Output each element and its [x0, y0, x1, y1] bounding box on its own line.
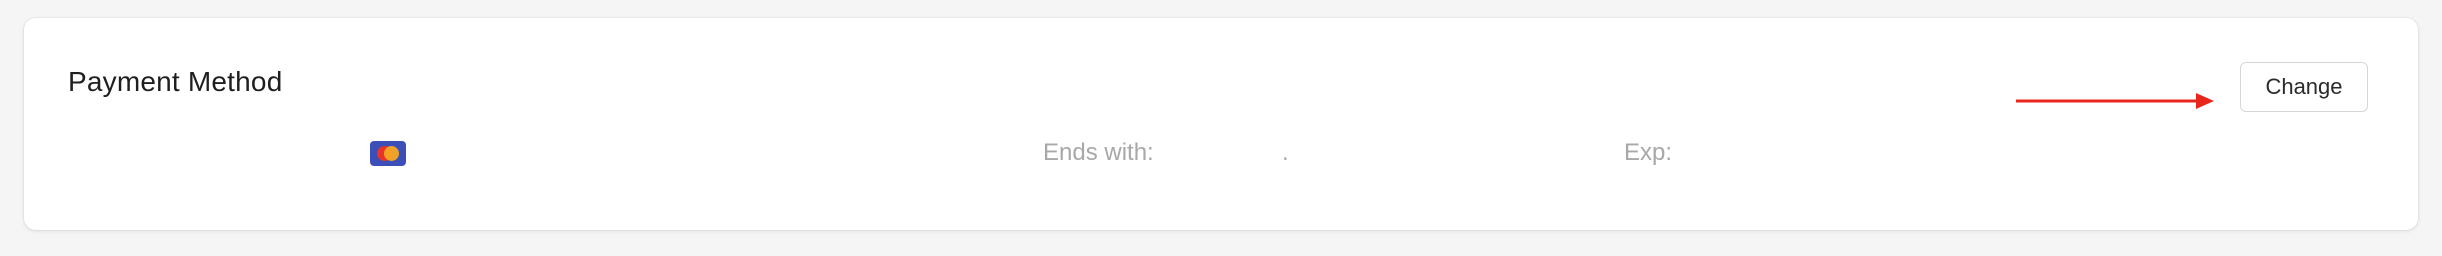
mastercard-icon [370, 141, 406, 166]
exp-label: Exp: [1624, 139, 1673, 166]
ends-with-separator: . [1282, 139, 1289, 166]
ends-with-value [1184, 139, 1324, 169]
mastercard-circle-right [384, 146, 399, 161]
ends-with-label: Ends with: [1043, 139, 1154, 166]
change-button[interactable]: Change [2240, 62, 2368, 112]
arrow-right-icon [2016, 93, 2214, 109]
exp-value [1704, 139, 1824, 169]
payment-method-card: Payment Method Ends with: . Exp: Change [24, 18, 2418, 230]
payment-method-title: Payment Method [68, 66, 283, 97]
